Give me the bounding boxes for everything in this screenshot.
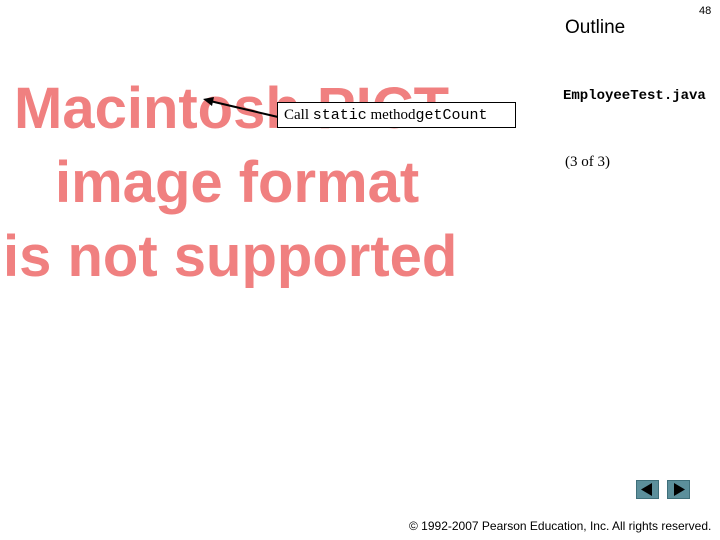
callout-method-name: getCount	[415, 107, 488, 124]
page-info: (3 of 3)	[565, 154, 610, 170]
callout-keyword: static	[312, 107, 367, 124]
callout-box: Call static methodgetCount	[277, 102, 516, 128]
next-slide-button[interactable]	[667, 480, 690, 499]
placeholder-line-2: image format	[55, 150, 420, 215]
placeholder-line-3: is not supported	[3, 224, 458, 289]
callout-middle: method	[370, 107, 416, 123]
previous-slide-button[interactable]	[636, 480, 659, 499]
outline-title: Outline	[565, 17, 626, 38]
callout-prefix: Call	[284, 107, 309, 123]
triangle-left-icon	[641, 483, 652, 496]
source-filename: EmployeeTest.java	[563, 88, 706, 104]
page-number: 48	[699, 5, 712, 17]
copyright-notice: © 1992-2007 Pearson Education, Inc. All …	[409, 519, 712, 533]
triangle-right-icon	[674, 483, 685, 496]
